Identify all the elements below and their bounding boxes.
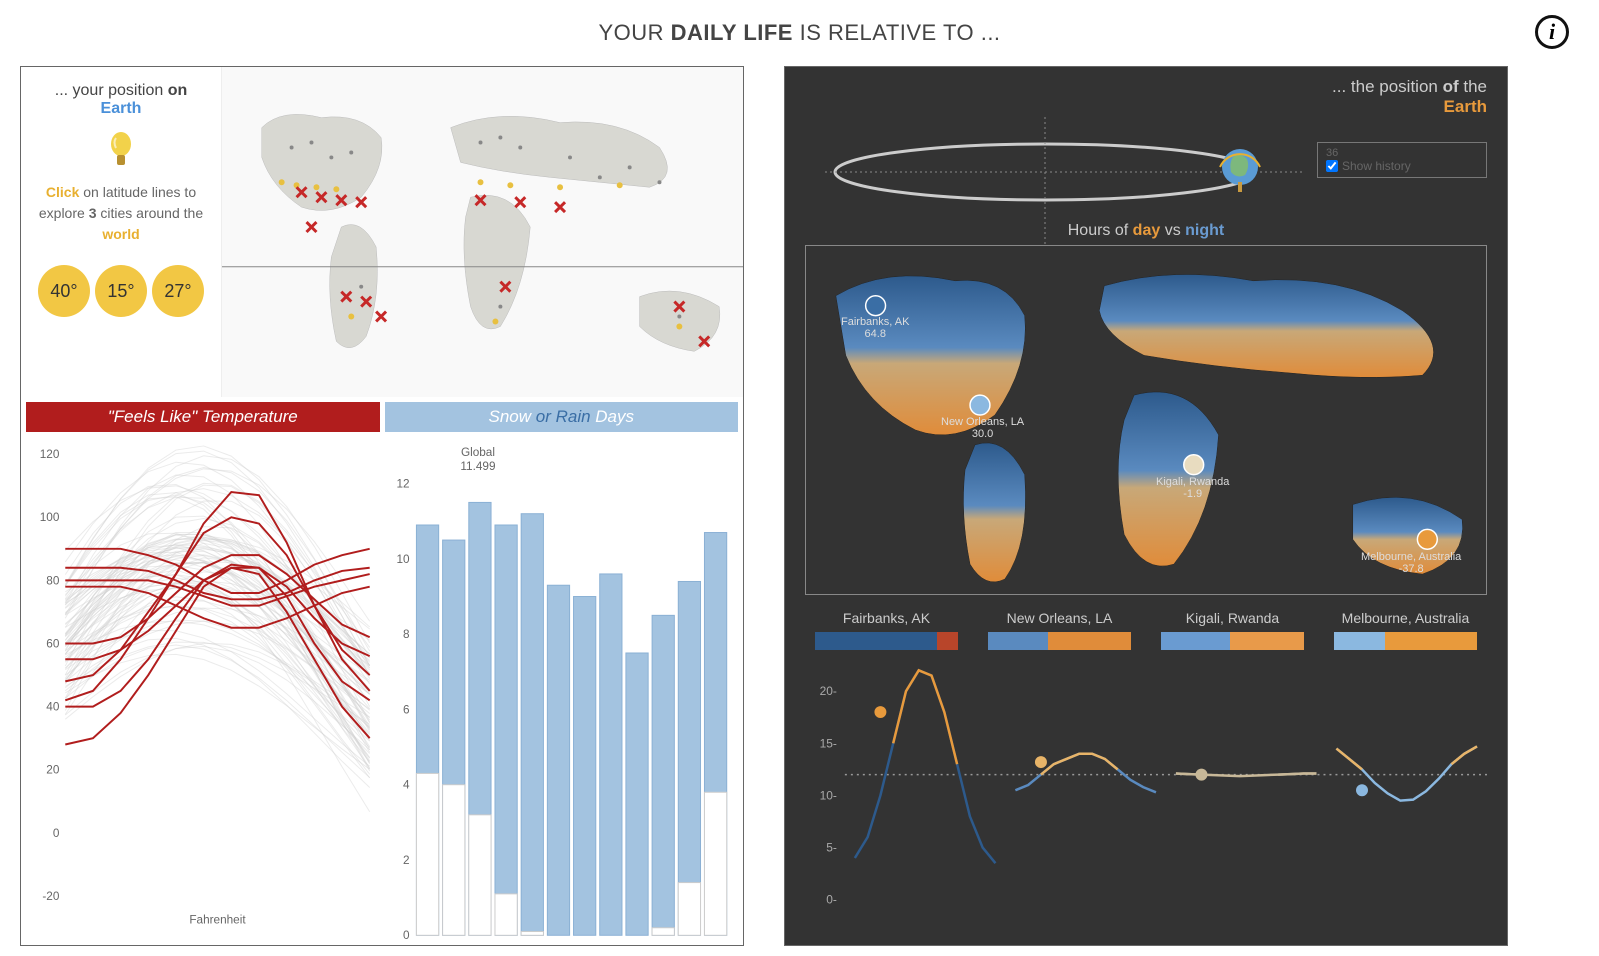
daylight-curves: 0- 5- 10- 15- 20- [805, 660, 1487, 920]
map-city-kigali[interactable] [1184, 455, 1204, 475]
city-bar-1: New Orleans, LA [988, 610, 1131, 650]
svg-text:8: 8 [403, 628, 410, 641]
svg-text:0-: 0- [826, 893, 837, 907]
map-city-melbourne[interactable] [1417, 529, 1437, 549]
city-bar-2: Kigali, Rwanda [1161, 610, 1304, 650]
right-world-map[interactable]: Fairbanks, AK64.8 New Orleans, LA30.0 Ki… [805, 245, 1487, 595]
svg-text:40: 40 [46, 701, 60, 714]
info-icon[interactable]: i [1535, 15, 1569, 49]
svg-text:0: 0 [403, 929, 410, 942]
latitude-button-2[interactable]: 27° [152, 265, 204, 317]
svg-text:10-: 10- [820, 788, 837, 802]
city-bars: Fairbanks, AK New Orleans, LA Kigali, Rwan… [785, 600, 1507, 660]
latitude-button-1[interactable]: 15° [95, 265, 147, 317]
map-city-fairbanks[interactable] [866, 296, 886, 316]
svg-text:0: 0 [53, 827, 60, 840]
svg-text:11.499: 11.499 [460, 460, 495, 473]
svg-text:6: 6 [403, 703, 410, 716]
map-city-neworleans[interactable] [970, 395, 990, 415]
right-panel: ... the position of the Earth 36 Show hi… [784, 66, 1508, 946]
svg-text:120: 120 [40, 448, 60, 461]
svg-text:15-: 15- [820, 736, 837, 750]
svg-text:12: 12 [396, 478, 409, 491]
left-panel: ... your position on Earth Click on lati… [20, 66, 744, 946]
svg-text:4: 4 [403, 779, 410, 792]
temp-chart: "Feels Like" Temperature -20 0 20 40 60 80 100… [26, 402, 380, 948]
left-sidebar: ... your position on Earth Click on lati… [21, 67, 221, 397]
right-header: ... the position of the Earth [1332, 77, 1487, 117]
left-world-map[interactable] [221, 67, 743, 397]
svg-text:100: 100 [40, 511, 60, 524]
snow-chart: Snow or Rain Days 0 2 4 6 8 10 12 Global11.499 [385, 402, 739, 948]
snow-chart-header: Snow or Rain Days [385, 402, 739, 432]
svg-text:60: 60 [46, 637, 60, 650]
svg-text:10: 10 [396, 553, 410, 566]
history-control[interactable]: 36 Show history [1317, 142, 1487, 178]
show-history-checkbox[interactable] [1326, 160, 1338, 172]
svg-text:-20: -20 [42, 890, 59, 903]
temp-chart-header: "Feels Like" Temperature [26, 402, 380, 432]
city-bar-0: Fairbanks, AK [815, 610, 958, 650]
svg-text:Fahrenheit: Fahrenheit [189, 914, 246, 927]
svg-text:Global: Global [460, 446, 494, 459]
lightbulb-icon [106, 130, 136, 170]
orbit-diagram [825, 117, 1305, 247]
svg-text:20: 20 [46, 764, 60, 777]
city-bar-3: Melbourne, Australia [1334, 610, 1477, 650]
instruction-text: Click on latitude lines to explore 3 cit… [36, 182, 206, 245]
latitude-button-0[interactable]: 40° [38, 265, 90, 317]
svg-text:5-: 5- [826, 841, 837, 855]
left-header: ... your position on Earth [36, 82, 206, 118]
page-title: YOUR DAILY LIFE IS RELATIVE TO ... [598, 20, 1000, 46]
svg-text:2: 2 [403, 854, 410, 867]
svg-text:80: 80 [46, 574, 60, 587]
svg-text:20-: 20- [820, 684, 837, 698]
